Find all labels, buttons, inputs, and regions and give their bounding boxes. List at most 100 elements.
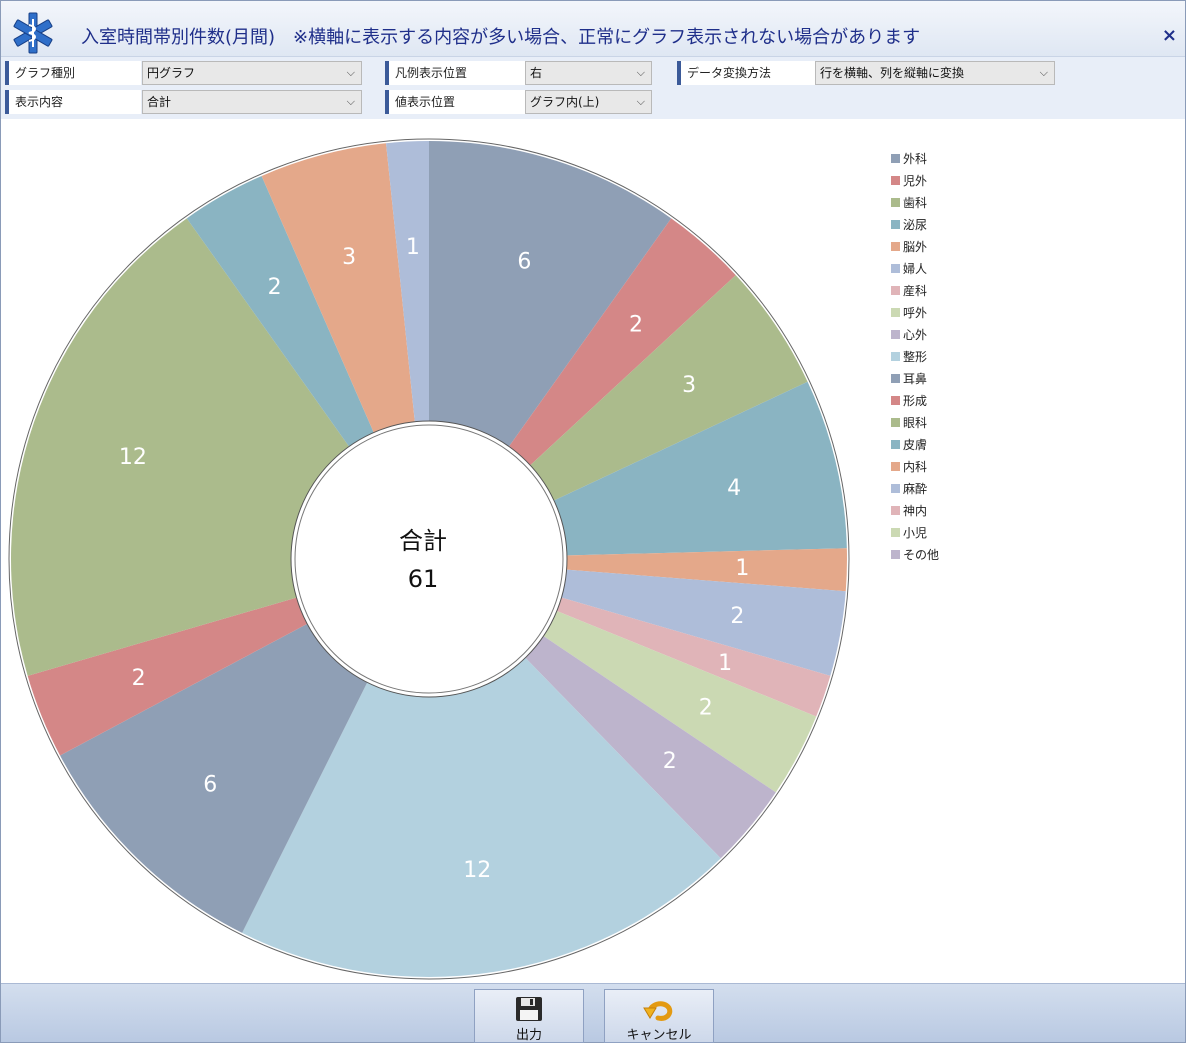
legend-swatch bbox=[891, 527, 900, 537]
legend-item: 外科 bbox=[891, 147, 939, 169]
slice-value-label: 4 bbox=[727, 476, 741, 501]
legend-label: 麻酔 bbox=[903, 481, 928, 496]
slice-value-label: 2 bbox=[730, 604, 744, 629]
graph-type-select[interactable]: 円グラフ ⌵ bbox=[142, 61, 362, 85]
legend-swatch bbox=[891, 351, 900, 361]
chevron-down-icon: ⌵ bbox=[346, 95, 355, 108]
legend-label: 皮膚 bbox=[903, 437, 928, 452]
display-content-label: 表示内容 bbox=[5, 90, 141, 114]
legend-item: 整形 bbox=[891, 345, 939, 367]
slice-value-label: 3 bbox=[342, 245, 356, 270]
legend-swatch bbox=[891, 175, 900, 185]
legend-item: 脳外 bbox=[891, 235, 939, 257]
app-window: 入室時間帯別件数(月間) ※横軸に表示する内容が多い場合、正常にグラフ表示されな… bbox=[0, 0, 1186, 1043]
legend-swatch bbox=[891, 461, 900, 471]
legend-item: 歯科 bbox=[891, 191, 939, 213]
slice-value-label: 1 bbox=[718, 651, 732, 676]
legend-label: 内科 bbox=[903, 459, 928, 474]
slice-value-label: 12 bbox=[463, 858, 491, 883]
display-content-value: 合計 bbox=[147, 95, 172, 109]
legend-swatch bbox=[891, 483, 900, 493]
cancel-label: キャンセル bbox=[626, 1028, 692, 1043]
slice-value-label: 2 bbox=[663, 749, 677, 774]
output-button[interactable]: 出力 bbox=[474, 989, 584, 1043]
chevron-down-icon: ⌵ bbox=[636, 95, 645, 108]
legend-swatch bbox=[891, 263, 900, 273]
legend-swatch bbox=[891, 197, 900, 207]
chart-area: 6 2 3 4 1 2 1 2 2 12 6 2 12 2 3 1 合計 61 外科 児外 歯科 泌尿 脳外 婦人 産科 呼外心… bbox=[1, 119, 1185, 983]
graph-type-label: グラフ種別 bbox=[5, 61, 141, 85]
legend-label: 形成 bbox=[903, 393, 928, 408]
legend-swatch bbox=[891, 153, 900, 163]
chevron-down-icon: ⌵ bbox=[636, 66, 645, 79]
legend-item: 麻酔 bbox=[891, 477, 939, 499]
legend-swatch bbox=[891, 395, 900, 405]
legend-swatch bbox=[891, 241, 900, 251]
graph-type-value: 円グラフ bbox=[147, 66, 196, 80]
legend-label: 小児 bbox=[903, 525, 928, 540]
title-bar: 入室時間帯別件数(月間) ※横軸に表示する内容が多い場合、正常にグラフ表示されな… bbox=[1, 1, 1185, 57]
center-label: 合計 bbox=[399, 527, 447, 555]
legend-swatch bbox=[891, 505, 900, 515]
legend-item: 産科 bbox=[891, 279, 939, 301]
slice-value-label: 2 bbox=[132, 666, 146, 691]
footer-bar: 出力 キャンセル bbox=[1, 983, 1185, 1043]
legend-label: 心外 bbox=[903, 327, 928, 342]
data-transform-value: 行を横軸、列を縦軸に変換 bbox=[820, 66, 965, 80]
legend-item: 心外 bbox=[891, 323, 939, 345]
legend-swatch bbox=[891, 549, 900, 559]
legend-item: 婦人 bbox=[891, 257, 939, 279]
floppy-disk-icon bbox=[516, 997, 542, 1021]
legend-item: 耳鼻 bbox=[891, 367, 939, 389]
legend-item: 泌尿 bbox=[891, 213, 939, 235]
legend-swatch bbox=[891, 417, 900, 427]
data-transform-select[interactable]: 行を横軸、列を縦軸に変換 ⌵ bbox=[815, 61, 1055, 85]
window-title: 入室時間帯別件数(月間) ※横軸に表示する内容が多い場合、正常にグラフ表示されな… bbox=[81, 27, 921, 48]
legend-swatch bbox=[891, 373, 900, 383]
legend-item: 小児 bbox=[891, 521, 939, 543]
pie-chart: 62341212212621223 1合計61 bbox=[8, 138, 850, 980]
legend-label: 産科 bbox=[903, 283, 928, 298]
legend-swatch bbox=[891, 329, 900, 339]
close-button[interactable]: × bbox=[1162, 25, 1177, 46]
legend-item: 神内 bbox=[891, 499, 939, 521]
slice-value-label: 6 bbox=[203, 773, 217, 798]
legend-label: その他 bbox=[903, 547, 940, 562]
legend-label: 耳鼻 bbox=[903, 371, 928, 386]
display-content-select[interactable]: 合計 ⌵ bbox=[142, 90, 362, 114]
donut-hole bbox=[294, 424, 564, 694]
slice-value-label: 2 bbox=[268, 275, 282, 300]
legend-label: 外科 bbox=[903, 151, 928, 166]
value-position-select[interactable]: グラフ内(上) ⌵ bbox=[525, 90, 652, 114]
legend-position-select[interactable]: 右 ⌵ bbox=[525, 61, 652, 85]
star-of-life-icon bbox=[13, 12, 53, 54]
legend-swatch bbox=[891, 285, 900, 295]
legend-position-value: 右 bbox=[530, 66, 543, 80]
legend-label: 脳外 bbox=[903, 239, 928, 254]
slice-value-label: 2 bbox=[699, 695, 713, 720]
slice-value-label: 12 bbox=[119, 445, 147, 470]
legend-label: 歯科 bbox=[903, 195, 928, 210]
data-transform-label: データ変換方法 bbox=[677, 61, 815, 85]
legend-swatch bbox=[891, 439, 900, 449]
legend-label: 婦人 bbox=[903, 261, 928, 276]
center-total-value: 61 bbox=[408, 565, 439, 593]
legend-swatch bbox=[891, 307, 900, 317]
legend-label: 眼科 bbox=[903, 415, 928, 430]
chevron-down-icon: ⌵ bbox=[346, 66, 355, 79]
legend-item: 眼科 bbox=[891, 411, 939, 433]
legend-label: 児外 bbox=[903, 173, 928, 188]
undo-arrow-icon bbox=[643, 1001, 673, 1021]
legend-item: 皮膚 bbox=[891, 433, 939, 455]
slice-value-label: 1 bbox=[406, 235, 420, 260]
cancel-button[interactable]: キャンセル bbox=[604, 989, 714, 1043]
legend-label: 神内 bbox=[903, 503, 928, 518]
legend-label: 整形 bbox=[903, 349, 928, 364]
slice-value-label: 2 bbox=[629, 313, 643, 338]
legend-item: 形成 bbox=[891, 389, 939, 411]
value-position-label: 値表示位置 bbox=[385, 90, 525, 114]
legend-position-label: 凡例表示位置 bbox=[385, 61, 525, 85]
legend: 外科 児外 歯科 泌尿 脳外 婦人 産科 呼外 心外 整形 耳鼻 形成 眼科 皮膚 内科 麻酔 神内 小児 その他 bbox=[891, 147, 939, 565]
legend-item: その他 bbox=[891, 543, 939, 565]
legend-item: 児外 bbox=[891, 169, 939, 191]
